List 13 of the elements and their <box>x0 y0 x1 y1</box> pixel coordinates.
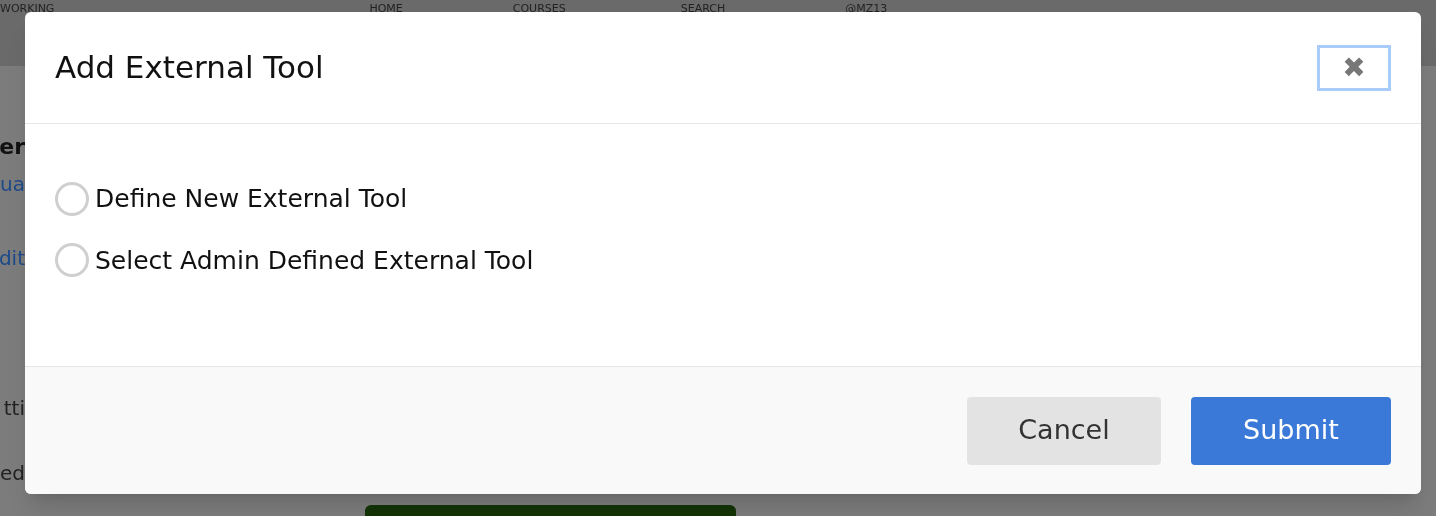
link-text: dit <box>0 248 25 268</box>
label-text: tti <box>3 398 25 418</box>
radio-button[interactable] <box>55 181 89 216</box>
cancel-button[interactable]: Cancel <box>967 396 1161 465</box>
submit-button[interactable]: Submit <box>1191 396 1391 465</box>
dialog-title: Add External Tool <box>55 48 324 88</box>
link-text: ua <box>0 174 25 194</box>
radio-button[interactable] <box>55 243 89 278</box>
label-text: ed <box>0 463 25 483</box>
option-label: Select Admin Defined External Tool <box>95 244 534 277</box>
heading-text: er <box>0 136 25 158</box>
option-label: Define New External Tool <box>95 183 408 215</box>
close-button[interactable]: ✖ <box>1317 44 1391 91</box>
